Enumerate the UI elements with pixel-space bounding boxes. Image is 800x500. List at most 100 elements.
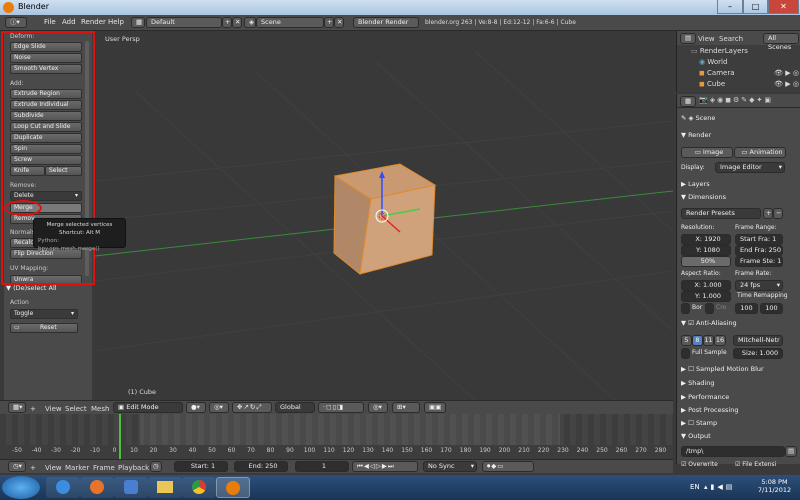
timeline-view-menu[interactable]: View — [45, 464, 62, 472]
remove-preset-icon[interactable]: − — [773, 208, 783, 219]
loop-cut-button[interactable]: Loop Cut and Slide — [10, 122, 82, 132]
add-scene-icon[interactable]: + — [324, 17, 334, 28]
timeline-marker-menu[interactable]: Marker — [65, 464, 89, 472]
layers-panel-header[interactable]: ▶ Layers — [681, 180, 710, 188]
knife-button[interactable]: Knife — [10, 166, 45, 176]
preview-range-icon[interactable]: ◷ — [150, 461, 162, 472]
outliner-search-menu[interactable]: Search — [719, 35, 743, 43]
output-panel-header[interactable]: ▼ Output — [681, 432, 711, 440]
timeline-menu-collapse[interactable]: + — [30, 464, 36, 472]
timeline-frame-menu[interactable]: Frame — [93, 464, 115, 472]
aa-samples-5[interactable]: 5 — [681, 335, 692, 346]
frame-start-field[interactable]: Start Fra: 1 — [735, 234, 783, 245]
remap-old-field[interactable]: 100 — [735, 303, 758, 314]
add-layout-icon[interactable]: + — [222, 17, 232, 28]
output-path-field[interactable]: /tmp\ — [681, 446, 785, 457]
duplicate-button[interactable]: Duplicate — [10, 133, 82, 143]
properties-editor-icon[interactable]: ▦ — [680, 96, 696, 107]
aa-filter-select[interactable]: Mitchell-Netr — [733, 335, 783, 346]
resolution-x-field[interactable]: X: 1920 — [681, 234, 731, 245]
motion-blur-panel-header[interactable]: ▶ ☐ Sampled Motion Blur — [681, 365, 764, 373]
outliner-display-select[interactable]: All Scenes — [763, 33, 799, 51]
remove-layout-icon[interactable]: ✕ — [232, 17, 242, 28]
overwrite-option[interactable]: ☑ Overwrite — [681, 461, 718, 468]
menu-add[interactable]: Add — [62, 18, 76, 26]
mode-select[interactable]: ▣ Edit Mode — [113, 402, 183, 413]
display-select[interactable]: Image Editor ▾ — [715, 162, 785, 173]
manipulator-icons[interactable]: ✥↗↻⤢ — [232, 402, 272, 413]
viewport-editor-icon[interactable]: ▦▾ — [8, 402, 26, 413]
visibility-icons[interactable]: 👁 ▶ ◎ — [774, 69, 799, 77]
full-sample-checkbox[interactable] — [681, 348, 690, 359]
pin-icon[interactable]: ✎ — [681, 114, 689, 122]
dimensions-panel-header[interactable]: ▼ Dimensions — [681, 193, 726, 201]
extrude-individual-button[interactable]: Extrude Individual — [10, 100, 82, 110]
aspect-x-field[interactable]: X: 1.000 — [681, 280, 731, 291]
viewport-mesh-menu[interactable]: Mesh — [91, 405, 109, 413]
viewport-menu-collapse[interactable]: + — [30, 405, 36, 413]
add-preset-icon[interactable]: + — [763, 208, 773, 219]
sync-mode-select[interactable]: No Sync ▾ — [423, 461, 477, 472]
resolution-y-field[interactable]: Y: 1080 — [681, 245, 731, 256]
aa-samples-8[interactable]: 8 — [692, 335, 703, 346]
current-frame-field[interactable]: 1 — [295, 461, 349, 472]
menu-file[interactable]: File — [44, 18, 56, 26]
outliner-editor-icon[interactable]: ▤ — [680, 33, 696, 44]
context-tab-icons[interactable]: 📷◈◉◼⚙✎◆✦▣ — [699, 96, 799, 106]
system-tray-icons[interactable]: ▴▮◀▤ — [704, 483, 735, 491]
performance-panel-header[interactable]: ▶ Performance — [681, 393, 729, 401]
scene-select[interactable]: Scene — [256, 17, 324, 28]
language-indicator[interactable]: EN — [690, 483, 700, 491]
menu-help[interactable]: Help — [108, 18, 124, 26]
timeline-editor[interactable]: -50 -40 -30 -20 -10 0 10 20 30 40 50 60 70 80 90 100 110… — [0, 414, 673, 459]
smooth-vertex-button[interactable]: Smooth Vertex — [10, 64, 82, 74]
merge-button[interactable]: Merge — [10, 203, 82, 213]
remap-new-field[interactable]: 100 — [760, 303, 783, 314]
frame-end-field[interactable]: End Fra: 250 — [735, 245, 783, 256]
remove-scene-icon[interactable]: ✕ — [334, 17, 344, 28]
delete-menu[interactable]: Delete ▾ — [10, 191, 82, 201]
frame-step-field[interactable]: Frame Ste: 1 — [735, 256, 783, 267]
menu-render[interactable]: Render — [81, 18, 106, 26]
outliner-item-camera[interactable]: ◼ Camera 👁 ▶ ◎ — [691, 69, 799, 80]
visibility-icons[interactable]: 👁 ▶ ◎ — [774, 80, 799, 88]
media-player-icon[interactable] — [114, 477, 148, 498]
scene-icon[interactable]: ◈ — [244, 17, 256, 28]
chrome-icon[interactable] — [182, 477, 216, 498]
select-mode-icons[interactable]: ·◻▯◨ — [318, 402, 364, 413]
spin-button[interactable]: Spin — [10, 144, 82, 154]
clock[interactable]: 5:08 PM 7/11/2012 — [752, 478, 797, 494]
start-frame-field[interactable]: Start: 1 — [174, 461, 228, 472]
noise-button[interactable]: Noise — [10, 53, 82, 63]
firefox-icon[interactable] — [80, 477, 114, 498]
end-frame-field[interactable]: End: 250 — [234, 461, 288, 472]
render-image-button[interactable]: ▭ Image — [681, 147, 733, 158]
outliner-item-cube[interactable]: ◼ Cube 👁 ▶ ◎ — [691, 80, 799, 91]
ie-icon[interactable] — [46, 477, 80, 498]
shading-panel-header[interactable]: ▶ Shading — [681, 379, 714, 387]
layout-icon[interactable]: ▦ — [131, 17, 145, 28]
start-button-icon[interactable] — [2, 476, 40, 499]
timeline-editor-icon[interactable]: ◷▾ — [8, 461, 26, 472]
stamp-panel-header[interactable]: ▶ ☐ Stamp — [681, 419, 717, 427]
explorer-icon[interactable] — [148, 477, 182, 498]
blender-taskbar-icon[interactable] — [216, 477, 250, 498]
aa-checkbox[interactable]: ☑ — [688, 319, 696, 327]
post-processing-panel-header[interactable]: ▶ Post Processing — [681, 406, 738, 414]
3d-viewport[interactable]: User Persp (1) Cube — [95, 31, 673, 400]
minimize-button[interactable]: – — [717, 0, 743, 14]
file-extension-option[interactable]: ☑ File Extensi — [735, 461, 776, 468]
render-preview-icons[interactable]: ▣▣ — [424, 402, 446, 413]
viewport-view-menu[interactable]: View — [45, 405, 62, 413]
shading-select-icon[interactable]: ●▾ — [186, 402, 206, 413]
deselect-all-header[interactable]: ▼ (De)select All — [6, 284, 57, 292]
snap-icons[interactable]: ⊞▾ — [392, 402, 420, 413]
viewport-select-menu[interactable]: Select — [65, 405, 87, 413]
playback-controls[interactable]: ⏮◀◁▷▶⏭ — [352, 461, 418, 472]
frame-rate-select[interactable]: 24 fps ▾ — [735, 280, 783, 291]
anti-aliasing-panel-header[interactable]: ▼ ☑ Anti-Aliasing — [681, 319, 737, 327]
render-presets-select[interactable]: Render Presets — [681, 208, 761, 219]
subdivide-button[interactable]: Subdivide — [10, 111, 82, 121]
render-panel-header[interactable]: ▼ Render — [681, 131, 711, 139]
reset-button[interactable]: ▭ Reset — [10, 323, 78, 333]
